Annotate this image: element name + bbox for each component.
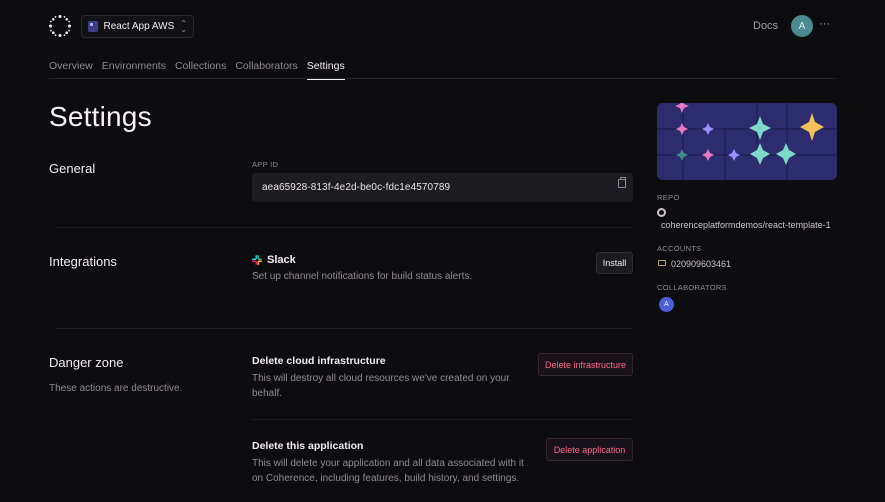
more-menu-icon[interactable]: ··· — [819, 18, 830, 30]
delete-infrastructure-button[interactable]: Delete infrastructure — [538, 353, 633, 376]
tab-environments[interactable]: Environments — [102, 60, 166, 80]
tab-divider — [49, 78, 836, 79]
danger-zone-title: Danger zone — [49, 355, 124, 370]
chevron-updown-icon: ⌃ ⌄ — [180, 18, 187, 34]
app-id-field[interactable]: aea65928-813f-4e2d-be0c-fdc1e4570789 — [252, 173, 633, 202]
collaborator-avatar[interactable]: A — [659, 297, 674, 312]
collaborators-label: COLLABORATORS — [657, 283, 727, 292]
tab-collections[interactable]: Collections — [175, 60, 226, 80]
install-slack-button[interactable]: Install — [596, 252, 633, 274]
general-section-title: General — [49, 161, 96, 176]
danger-zone-description: These actions are destructive. — [49, 383, 183, 394]
aws-account-icon — [658, 260, 666, 266]
delete-app-description: This will delete your application and al… — [252, 458, 524, 484]
delete-infra-description: This will destroy all cloud resources we… — [252, 373, 510, 399]
accounts-label: ACCOUNTS — [657, 244, 702, 253]
app-banner-image — [657, 103, 837, 180]
delete-application-button[interactable]: Delete application — [546, 438, 633, 461]
section-divider — [55, 227, 633, 228]
section-divider — [55, 328, 633, 329]
slack-description: Set up channel notifications for build s… — [252, 271, 473, 282]
tab-collaborators[interactable]: Collaborators — [235, 60, 297, 80]
app-id-label: APP ID — [252, 160, 279, 169]
coherence-logo-icon[interactable] — [49, 15, 71, 37]
user-avatar[interactable]: A — [791, 15, 813, 37]
repo-link[interactable]: coherenceplatformdemos/react-template-1 — [661, 220, 831, 230]
docs-link[interactable]: Docs — [753, 20, 778, 32]
delete-app-title: Delete this application — [252, 440, 364, 452]
slack-title: Slack — [267, 254, 296, 266]
tab-bar: Overview Environments Collections Collab… — [49, 60, 354, 80]
app-switcher-name: React App AWS — [103, 21, 175, 32]
page-title: Settings — [49, 101, 152, 132]
app-switcher[interactable]: React App AWS ⌃ ⌄ — [81, 15, 194, 38]
repo-label: REPO — [657, 193, 680, 202]
tab-overview[interactable]: Overview — [49, 60, 93, 80]
app-id-value: aea65928-813f-4e2d-be0c-fdc1e4570789 — [262, 182, 451, 193]
app-icon — [88, 21, 98, 32]
item-divider — [252, 419, 633, 420]
account-id: 020909603461 — [671, 259, 732, 269]
integrations-section-title: Integrations — [49, 254, 117, 269]
tab-settings[interactable]: Settings — [306, 60, 345, 80]
copy-icon[interactable] — [618, 177, 626, 188]
slack-icon — [252, 255, 262, 265]
delete-infra-title: Delete cloud infrastructure — [252, 355, 386, 367]
github-icon — [657, 208, 666, 217]
